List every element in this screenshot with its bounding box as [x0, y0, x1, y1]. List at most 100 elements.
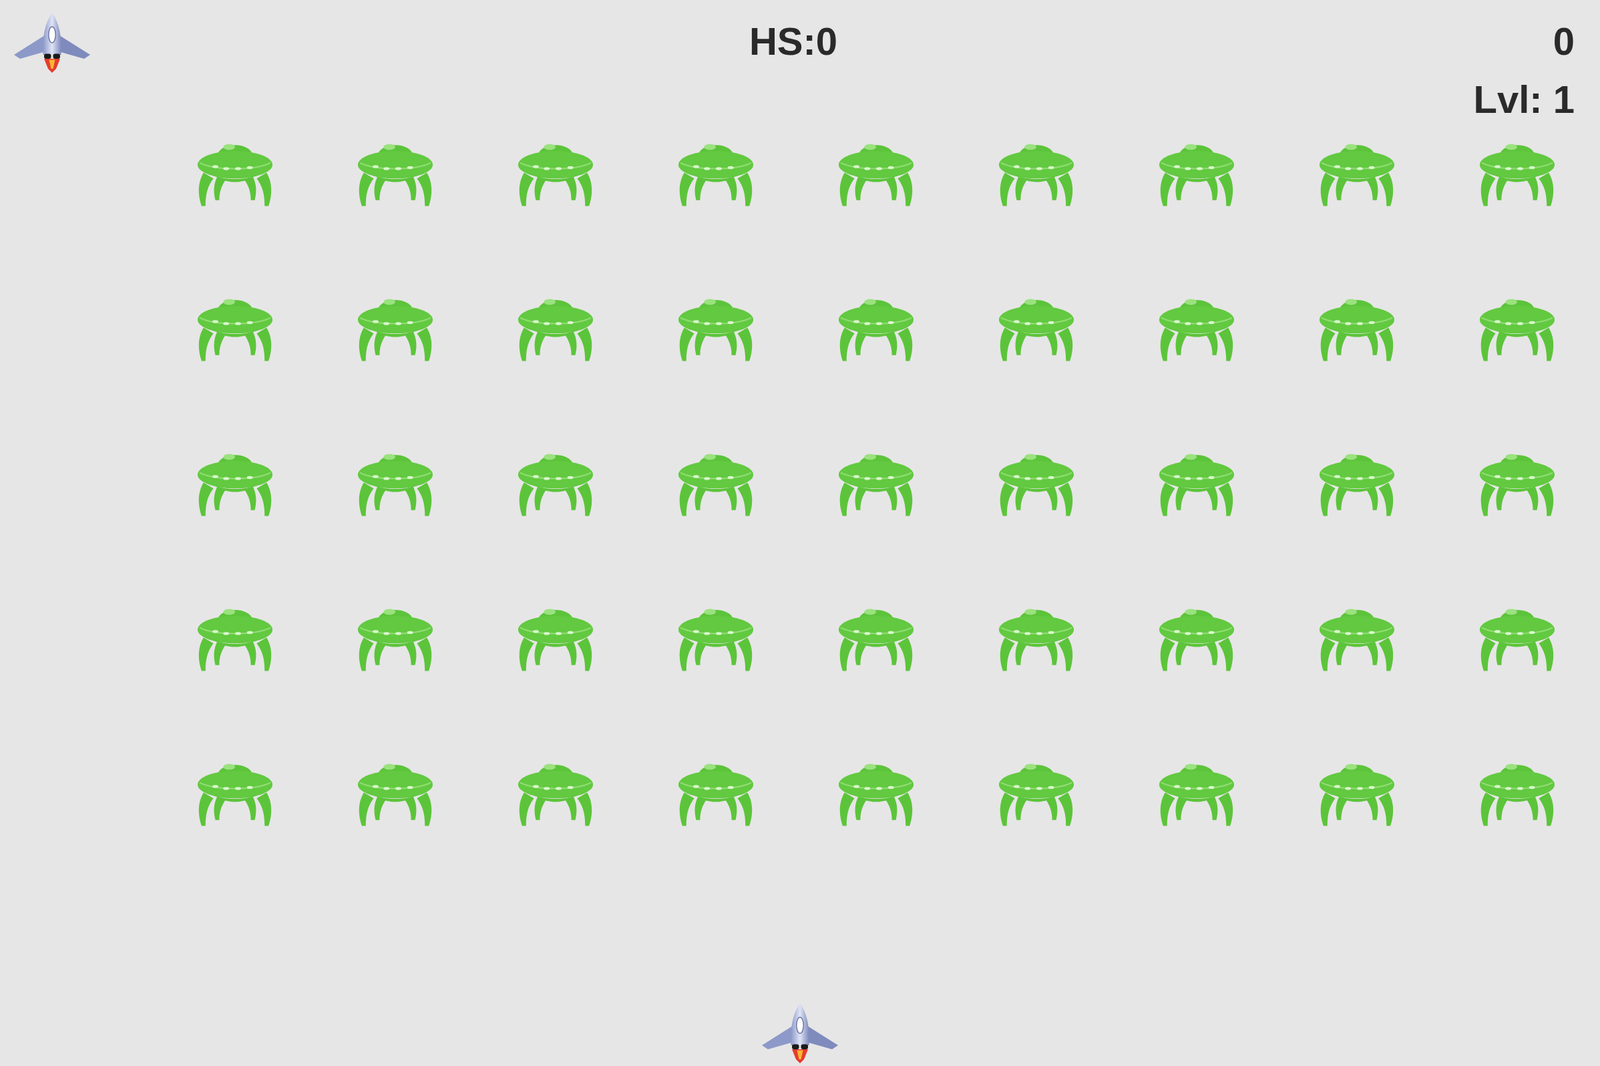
alien-icon [1317, 130, 1397, 209]
alien [355, 130, 435, 209]
alien-icon [516, 595, 595, 674]
alien [1157, 595, 1237, 674]
alien [676, 440, 756, 519]
alien-icon [355, 130, 435, 209]
alien-icon [836, 595, 916, 674]
alien-icon [996, 285, 1076, 364]
alien-icon [1157, 440, 1237, 519]
alien-icon [996, 130, 1076, 209]
alien-icon [195, 595, 275, 674]
alien [516, 440, 595, 519]
alien-icon [516, 750, 595, 829]
alien [996, 130, 1076, 209]
alien [195, 750, 275, 829]
alien [1157, 130, 1237, 209]
alien-icon [516, 285, 595, 364]
alien-icon [355, 285, 435, 364]
alien-icon [996, 750, 1076, 829]
alien [1317, 130, 1397, 209]
alien-icon [516, 440, 595, 519]
alien [676, 285, 756, 364]
alien [676, 595, 756, 674]
alien [836, 750, 916, 829]
alien-icon [516, 130, 595, 209]
alien-icon [836, 750, 916, 829]
alien [516, 285, 595, 364]
alien-icon [1477, 440, 1557, 519]
alien [1477, 130, 1557, 209]
alien-icon [676, 285, 756, 364]
alien [1477, 595, 1557, 674]
alien-icon [355, 595, 435, 674]
alien [996, 750, 1076, 829]
alien-icon [676, 440, 756, 519]
alien [836, 285, 916, 364]
alien-icon [195, 750, 275, 829]
alien [195, 130, 275, 209]
level: Lvl: 1 [1473, 70, 1576, 129]
alien-icon [836, 130, 916, 209]
alien [195, 440, 275, 519]
high-score: HS:0 [749, 12, 838, 71]
alien-icon [1317, 285, 1397, 364]
alien [355, 750, 435, 829]
alien [1317, 595, 1397, 674]
alien [1317, 750, 1397, 829]
alien [1317, 285, 1397, 364]
life-ship-icon [12, 12, 93, 74]
score: 0 [1553, 12, 1575, 71]
alien [1157, 285, 1237, 364]
alien-icon [1477, 285, 1557, 364]
alien [195, 595, 275, 674]
alien [516, 595, 595, 674]
player-ship-icon [759, 1003, 841, 1064]
alien [516, 130, 595, 209]
alien [836, 595, 916, 674]
score-panel: 0Lvl: 1 [1473, 12, 1576, 129]
alien [355, 440, 435, 519]
hud: HS:0 0Lvl: 1 [0, 0, 1600, 129]
alien [676, 130, 756, 209]
alien [1317, 440, 1397, 519]
alien [836, 440, 916, 519]
alien-formation [195, 130, 1600, 829]
alien-icon [195, 130, 275, 209]
alien-icon [1317, 750, 1397, 829]
alien-icon [676, 595, 756, 674]
alien [1477, 750, 1557, 829]
alien-icon [355, 750, 435, 829]
alien [516, 750, 595, 829]
alien-icon [195, 285, 275, 364]
alien [355, 595, 435, 674]
alien-icon [1157, 285, 1237, 364]
alien [1157, 750, 1237, 829]
alien-icon [1157, 750, 1237, 829]
alien-icon [676, 130, 756, 209]
alien-icon [836, 440, 916, 519]
alien-icon [355, 440, 435, 519]
alien [1477, 440, 1557, 519]
alien-icon [1477, 595, 1557, 674]
alien-icon [1157, 595, 1237, 674]
alien-icon [195, 440, 275, 519]
alien-icon [836, 285, 916, 364]
alien [996, 285, 1076, 364]
alien-icon [1477, 750, 1557, 829]
alien [1157, 440, 1237, 519]
player[interactable] [759, 1003, 841, 1064]
alien-icon [676, 750, 756, 829]
alien-icon [996, 440, 1076, 519]
alien [996, 440, 1076, 519]
alien-icon [1317, 440, 1397, 519]
alien-icon [1157, 130, 1237, 209]
alien [1477, 285, 1557, 364]
alien [996, 595, 1076, 674]
alien [836, 130, 916, 209]
lives [12, 12, 750, 74]
alien [195, 285, 275, 364]
game-screen[interactable]: HS:0 0Lvl: 1 [0, 0, 1600, 1066]
alien [355, 285, 435, 364]
alien-icon [1477, 130, 1557, 209]
alien-icon [996, 595, 1076, 674]
alien-icon [1317, 595, 1397, 674]
